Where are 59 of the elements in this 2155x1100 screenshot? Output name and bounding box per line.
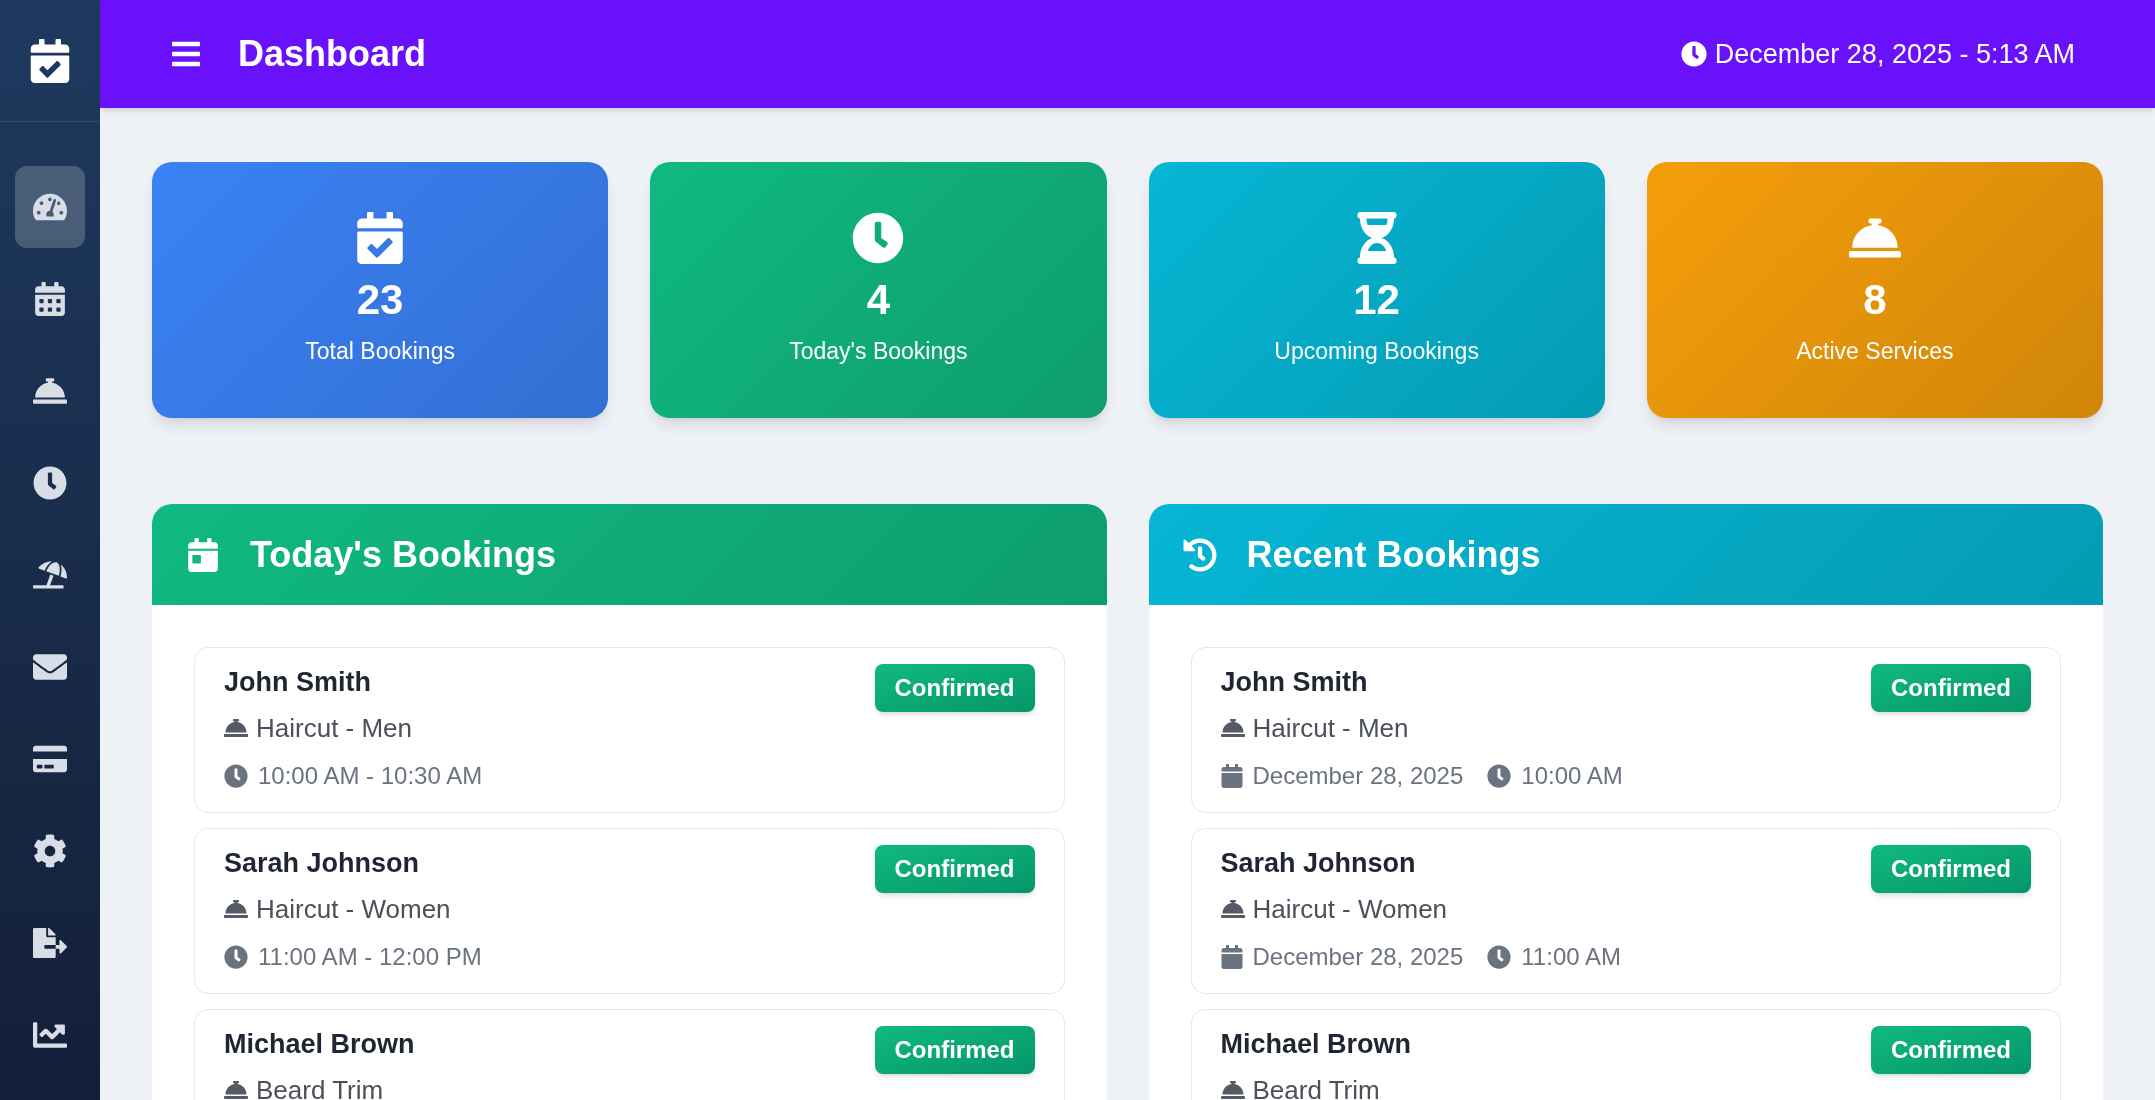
panel-title: Recent Bookings: [1246, 532, 1541, 577]
customer-name: Michael Brown: [1220, 1028, 1412, 1061]
stat-value: 8: [1863, 274, 1887, 325]
status-badge: Confirmed: [1871, 664, 2031, 712]
booking-time: 10:00 AM - 10:30 AM: [258, 760, 483, 791]
sidebar-item[interactable]: [15, 166, 85, 248]
clock-icon: [1487, 763, 1512, 788]
page-title: Dashboard: [238, 32, 427, 76]
status-badge: Confirmed: [874, 1026, 1035, 1074]
stat-value: 12: [1353, 274, 1400, 325]
service-bell-icon: [1220, 1078, 1245, 1100]
clock-icon: [852, 211, 905, 264]
settings-icon: [33, 834, 67, 868]
status-badge: Confirmed: [1871, 845, 2031, 893]
customer-name: Michael Brown: [224, 1028, 415, 1061]
stat-label: Upcoming Bookings: [1274, 337, 1479, 366]
service-name: Beard Trim: [1252, 1073, 1380, 1100]
panel-title: Today's Bookings: [250, 532, 556, 577]
status-badge: Confirmed: [874, 845, 1035, 893]
service-bell-icon: [1220, 897, 1245, 921]
service-name: Haircut - Women: [256, 892, 451, 926]
customer-name: John Smith: [1220, 666, 1369, 699]
stat-value: 23: [356, 274, 404, 325]
beach-umbrella-icon: [33, 558, 67, 592]
service-bell-icon: [224, 716, 248, 740]
service-name: Beard Trim: [256, 1073, 384, 1100]
service-bell-icon: [1220, 716, 1245, 740]
status-badge: Confirmed: [1871, 1026, 2031, 1074]
booking-time: 10:00 AM: [1521, 760, 1623, 791]
clock-icon: [224, 763, 248, 788]
service-name: Haircut - Women: [1252, 892, 1448, 926]
clock-icon: [1487, 944, 1512, 969]
stat-label: Today's Bookings: [789, 337, 968, 366]
customer-name: Sarah Johnson: [224, 847, 421, 880]
clock-icon: [33, 466, 67, 500]
service-bell-icon: [224, 1078, 248, 1100]
clock-icon: [1680, 41, 1707, 67]
calendar-check-logo-icon: [30, 38, 70, 83]
export-file-icon: [33, 926, 67, 960]
booking-time: 11:00 AM: [1521, 941, 1621, 972]
calendar-icon: [1220, 944, 1243, 969]
calendar-icon: [1220, 763, 1243, 788]
date-time: December 28, 2025 - 5:13 AM: [1714, 37, 2075, 71]
stat-label: Total Bookings: [305, 337, 455, 366]
booking-time: 11:00 AM - 12:00 PM: [258, 941, 482, 972]
service-name: Haircut - Men: [1252, 711, 1409, 745]
history-icon: [1182, 537, 1217, 572]
status-badge: Confirmed: [874, 664, 1035, 712]
calendar-icon: [186, 537, 220, 572]
stat-value: 4: [866, 274, 891, 325]
calendar-icon: [33, 282, 67, 316]
customer-name: Sarah Johnson: [1220, 847, 1417, 880]
customer-name: John Smith: [224, 666, 372, 699]
service-bell-icon: [224, 897, 248, 921]
service-name: Haircut - Men: [256, 711, 413, 745]
stat-label: Active Services: [1796, 337, 1954, 366]
booking-date: December 28, 2025: [1252, 760, 1464, 791]
booking-date: December 28, 2025: [1252, 941, 1464, 972]
clock-icon: [224, 944, 248, 969]
